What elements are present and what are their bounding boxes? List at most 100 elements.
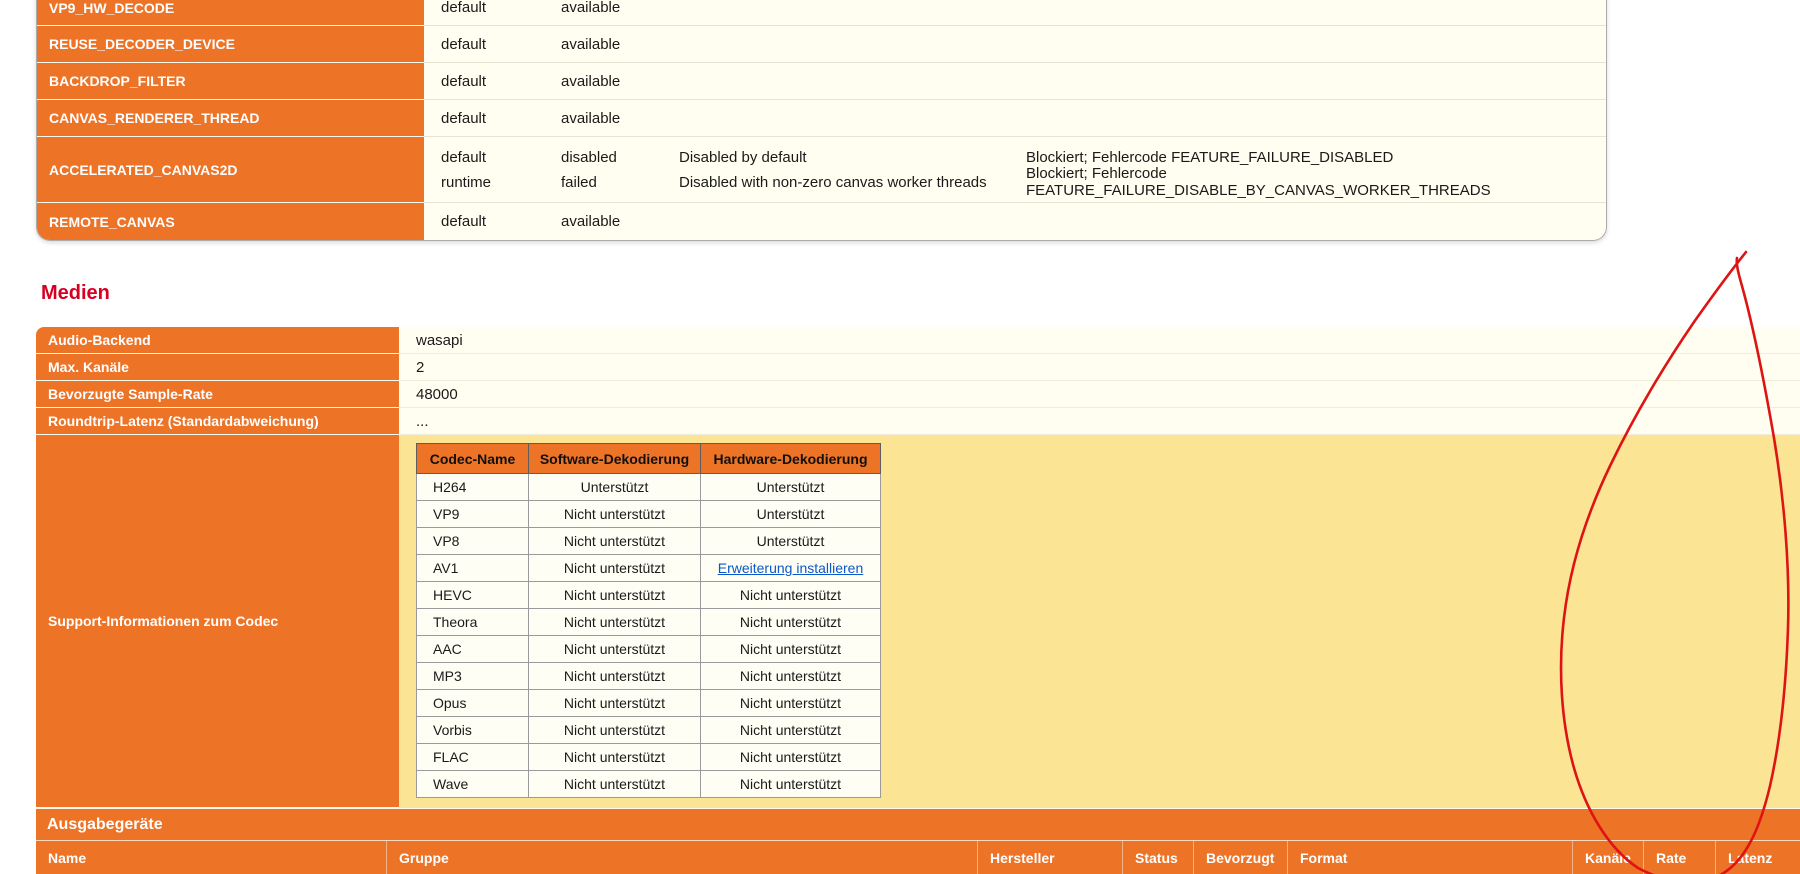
table-row: REUSE_DECODER_DEVICE default available — [37, 26, 1606, 63]
entry-failure-log: Blockiert; Fehlercode FEATURE_FAILURE_DI… — [1026, 165, 1606, 199]
table-row: VorbisNicht unterstütztNicht unterstützt — [417, 717, 881, 744]
output-devices-title: Ausgabegeräte — [47, 816, 163, 834]
table-row: HEVCNicht unterstütztNicht unterstützt — [417, 582, 881, 609]
entry-message: Disabled with non-zero canvas worker thr… — [679, 174, 1026, 191]
entry-status: available — [561, 110, 679, 127]
hardware-decoding-cell: Unterstützt — [701, 528, 881, 555]
output-devices-column-headers: Name Gruppe Hersteller Status Bevorzugt … — [36, 841, 1800, 874]
feature-name: REUSE_DECODER_DEVICE — [37, 26, 424, 63]
column-header-rate: Rate — [1644, 841, 1716, 874]
decision-entry: runtime failed Disabled with non-zero ca… — [424, 170, 1606, 195]
column-header-kanaele: Kanäle — [1573, 841, 1644, 874]
software-decoding-cell: Nicht unterstützt — [529, 555, 701, 582]
table-row: Bevorzugte Sample-Rate 48000 — [36, 381, 1800, 408]
hardware-decoding-cell: Nicht unterstützt — [701, 690, 881, 717]
table-row: OpusNicht unterstütztNicht unterstützt — [417, 690, 881, 717]
codec-name-cell: H264 — [417, 474, 529, 501]
table-row: AACNicht unterstütztNicht unterstützt — [417, 636, 881, 663]
software-decoding-cell: Nicht unterstützt — [529, 528, 701, 555]
hardware-decoding-cell: Nicht unterstützt — [701, 663, 881, 690]
codec-name-cell: AV1 — [417, 555, 529, 582]
field-label: Bevorzugte Sample-Rate — [36, 381, 399, 408]
codec-support-area: Codec-Name Software-Dekodierung Hardware… — [399, 435, 1800, 808]
feature-name: BACKDROP_FILTER — [37, 63, 424, 100]
entry-type: runtime — [441, 174, 561, 191]
table-row: H264UnterstütztUnterstützt — [417, 474, 881, 501]
codec-name-cell: HEVC — [417, 582, 529, 609]
column-header-status: Status — [1123, 841, 1194, 874]
table-row: VP9Nicht unterstütztUnterstützt — [417, 501, 881, 528]
table-row: TheoraNicht unterstütztNicht unterstützt — [417, 609, 881, 636]
table-row: ACCELERATED_CANVAS2D default disabled Di… — [37, 137, 1606, 203]
entry-message: Disabled by default — [679, 149, 1026, 166]
hardware-decoding-cell: Unterstützt — [701, 474, 881, 501]
table-row: WaveNicht unterstütztNicht unterstützt — [417, 771, 881, 798]
entry-type: default — [441, 73, 561, 90]
hardware-decoding-cell: Nicht unterstützt — [701, 636, 881, 663]
hardware-decoding-cell: Nicht unterstützt — [701, 771, 881, 798]
software-decoding-cell: Unterstützt — [529, 474, 701, 501]
entry-status: available — [561, 36, 679, 53]
field-value: 2 — [399, 354, 1800, 381]
field-label: Max. Kanäle — [36, 354, 399, 381]
media-section-heading: Medien — [41, 282, 110, 305]
column-header-latenz: Latenz — [1716, 841, 1800, 874]
hardware-decoding-cell: Nicht unterstützt — [701, 582, 881, 609]
feature-name: VP9_HW_DECODE — [37, 0, 424, 26]
software-decoding-cell: Nicht unterstützt — [529, 771, 701, 798]
table-row: Roundtrip-Latenz (Standardabweichung) ..… — [36, 408, 1800, 435]
column-header-hersteller: Hersteller — [978, 841, 1123, 874]
codec-name-cell: AAC — [417, 636, 529, 663]
entry-status: disabled — [561, 149, 679, 166]
codec-name-cell: VP8 — [417, 528, 529, 555]
table-row: REMOTE_CANVAS default available — [37, 203, 1606, 240]
table-row: AV1Nicht unterstützt Erweiterung installi… — [417, 555, 881, 582]
table-row: VP9_HW_DECODE default available — [37, 0, 1606, 26]
table-row: Max. Kanäle 2 — [36, 354, 1800, 381]
entry-type: default — [441, 110, 561, 127]
hardware-decoding-header: Hardware-Dekodierung — [701, 444, 881, 474]
hardware-decoding-cell: Nicht unterstützt — [701, 717, 881, 744]
entry-failure-log: Blockiert; Fehlercode FEATURE_FAILURE_DI… — [1026, 149, 1606, 166]
entry-type: default — [441, 213, 561, 230]
graphics-feature-table: VP9_HW_DECODE default available REUSE_DE… — [36, 0, 1607, 241]
software-decoding-cell: Nicht unterstützt — [529, 744, 701, 771]
hardware-decoding-cell: Unterstützt — [701, 501, 881, 528]
table-row: Audio-Backend wasapi — [36, 327, 1800, 354]
entry-status: failed — [561, 174, 679, 191]
software-decoding-cell: Nicht unterstützt — [529, 582, 701, 609]
field-value: wasapi — [399, 327, 1800, 354]
codec-support-table: Codec-Name Software-Dekodierung Hardware… — [416, 443, 881, 798]
software-decoding-header: Software-Dekodierung — [529, 444, 701, 474]
about-support-page: VP9_HW_DECODE default available REUSE_DE… — [0, 0, 1800, 874]
entry-status: available — [561, 213, 679, 230]
codec-name-cell: Theora — [417, 609, 529, 636]
table-row: BACKDROP_FILTER default available — [37, 63, 1606, 100]
codec-name-cell: FLAC — [417, 744, 529, 771]
codec-name-cell: Vorbis — [417, 717, 529, 744]
software-decoding-cell: Nicht unterstützt — [529, 609, 701, 636]
table-row: MP3Nicht unterstütztNicht unterstützt — [417, 663, 881, 690]
entry-type: default — [441, 149, 561, 166]
software-decoding-cell: Nicht unterstützt — [529, 717, 701, 744]
field-value: ... — [399, 408, 1800, 435]
feature-name: CANVAS_RENDERER_THREAD — [37, 100, 424, 137]
table-row: VP8Nicht unterstütztUnterstützt — [417, 528, 881, 555]
codec-name-header: Codec-Name — [417, 444, 529, 474]
install-extension-link[interactable]: Erweiterung installieren — [718, 560, 864, 576]
entry-type: default — [441, 36, 561, 53]
field-label: Roundtrip-Latenz (Standardabweichung) — [36, 408, 399, 435]
codec-support-row: Support-Informationen zum Codec Codec-Na… — [36, 435, 1800, 809]
software-decoding-cell: Nicht unterstützt — [529, 690, 701, 717]
field-label: Audio-Backend — [36, 327, 399, 354]
output-devices-section-header: Ausgabegeräte — [36, 809, 1800, 841]
entry-status: available — [561, 0, 679, 16]
hardware-decoding-cell: Nicht unterstützt — [701, 609, 881, 636]
field-value: 48000 — [399, 381, 1800, 408]
feature-name: REMOTE_CANVAS — [37, 203, 424, 240]
media-table: Audio-Backend wasapi Max. Kanäle 2 Bevor… — [36, 327, 1800, 874]
software-decoding-cell: Nicht unterstützt — [529, 501, 701, 528]
codec-name-cell: Wave — [417, 771, 529, 798]
column-header-name: Name — [36, 841, 387, 874]
entry-type: default — [441, 0, 561, 16]
